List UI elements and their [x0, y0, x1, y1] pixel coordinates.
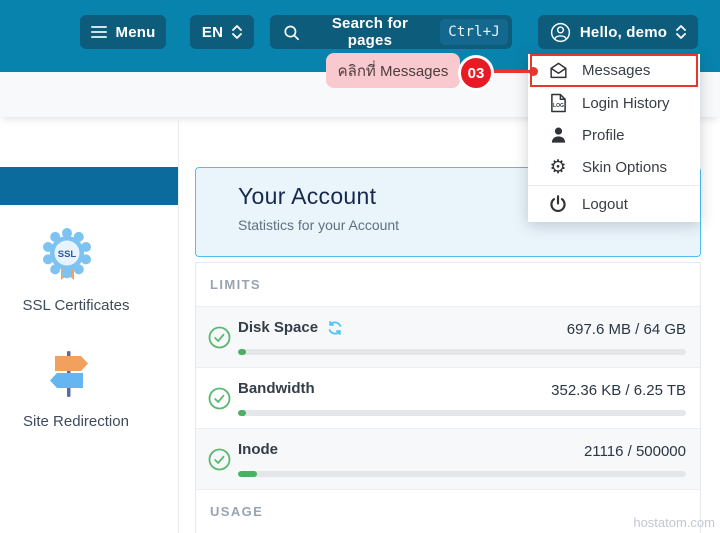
account-statistics-card: LIMITS Disk Space 697.6 MB / 64 GB	[195, 262, 701, 533]
stat-row-disk-space: Disk Space 697.6 MB / 64 GB	[196, 306, 700, 367]
limits-section-header: LIMITS	[196, 263, 700, 306]
inode-value: 21116 / 500000	[584, 443, 686, 460]
sidebar-item-ssl-label[interactable]: SSL Certificates	[0, 297, 152, 314]
menu-button[interactable]: Menu	[80, 15, 166, 49]
signpost-icon	[45, 350, 91, 400]
disk-space-value: 697.6 MB / 64 GB	[567, 321, 686, 338]
bandwidth-progressbar	[238, 410, 686, 416]
sidebar-divider	[178, 117, 179, 533]
menu-item-logout-label: Logout	[582, 196, 628, 213]
refresh-icon[interactable]	[327, 320, 343, 336]
user-dropdown-menu: Messages LOG Login History Profile	[528, 54, 700, 222]
menu-separator	[528, 185, 700, 186]
tutorial-step-badge: 03	[458, 55, 494, 91]
tutorial-connector-dot	[529, 67, 538, 76]
watermark: hostatom.com	[633, 515, 715, 530]
gear-icon: ⚙	[547, 158, 569, 177]
stat-row-bandwidth: Bandwidth 352.36 KB / 6.25 TB	[196, 367, 700, 428]
search-button[interactable]: Search for pages Ctrl+J	[270, 15, 512, 49]
search-icon	[283, 24, 300, 41]
keyboard-shortcut-badge: Ctrl+J	[440, 19, 508, 45]
disk-space-label: Disk Space	[238, 319, 318, 336]
menu-button-label: Menu	[116, 24, 156, 41]
check-circle-icon	[208, 448, 231, 471]
chevron-updown-icon	[676, 24, 686, 40]
menu-item-login-history[interactable]: LOG Login History	[528, 87, 700, 119]
language-button[interactable]: EN	[190, 15, 254, 49]
power-icon	[547, 195, 569, 213]
menu-item-logout[interactable]: Logout	[528, 188, 700, 220]
sidebar-item-redirect-label[interactable]: Site Redirection	[0, 413, 152, 430]
user-menu-button[interactable]: Hello, demo	[538, 15, 698, 49]
sidebar-item-site-redirection[interactable]	[45, 350, 91, 405]
stat-row-inode: Inode 21116 / 500000	[196, 428, 700, 489]
bandwidth-label: Bandwidth	[238, 380, 315, 397]
menu-item-profile-label: Profile	[582, 127, 625, 144]
menu-item-login-history-label: Login History	[582, 95, 670, 112]
svg-text:SSL: SSL	[58, 249, 77, 260]
chevron-updown-icon	[232, 24, 242, 40]
person-icon	[547, 126, 569, 144]
sidebar-item-ssl-certificates[interactable]: SSL	[40, 226, 94, 291]
disk-space-progressbar	[238, 349, 686, 355]
tutorial-annotation: คลิกที่ Messages	[326, 53, 460, 88]
tutorial-connector-line	[490, 70, 534, 73]
check-circle-icon	[208, 387, 231, 410]
sidebar-active-item[interactable]	[0, 167, 178, 205]
inode-label: Inode	[238, 441, 278, 458]
bandwidth-value: 352.36 KB / 6.25 TB	[551, 382, 686, 399]
user-avatar-icon	[550, 22, 571, 43]
user-greeting-label: Hello, demo	[580, 24, 667, 41]
language-label: EN	[202, 24, 223, 41]
ssl-badge-icon: SSL	[40, 226, 94, 286]
log-file-icon: LOG	[547, 93, 569, 113]
inode-progressbar	[238, 471, 686, 477]
check-circle-icon	[208, 326, 231, 349]
svg-text:LOG: LOG	[552, 103, 563, 109]
envelope-icon	[547, 61, 569, 80]
menu-item-skin-options[interactable]: ⚙ Skin Options	[528, 151, 700, 183]
screen: Menu EN Search for pages Ctrl+J Hello,	[0, 0, 720, 533]
hamburger-icon	[91, 26, 107, 38]
usage-section-header: USAGE	[196, 489, 700, 532]
menu-item-messages-label: Messages	[582, 62, 650, 79]
search-button-label: Search for pages	[309, 15, 432, 49]
menu-item-messages[interactable]: Messages	[530, 54, 698, 87]
menu-item-profile[interactable]: Profile	[528, 119, 700, 151]
menu-item-skin-options-label: Skin Options	[582, 159, 667, 176]
